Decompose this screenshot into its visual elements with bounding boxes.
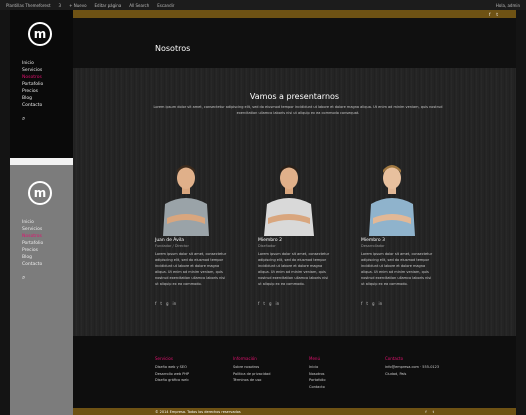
site-logo[interactable]: m [28,22,52,46]
facebook-icon[interactable]: f [361,301,362,306]
team-name: Juan de Ávila [155,238,185,243]
twitter-icon[interactable]: t [263,301,265,306]
team-bio: Lorem ipsum dolor sit amet, consectetur … [258,252,330,286]
team-member: Miembro 2 Diseñador Lorem ipsum dolor si… [258,158,330,306]
team-role: Fundador / Director [155,244,189,248]
linkedin-icon[interactable]: in [276,301,280,306]
team-role: Diseñador [258,244,276,248]
nav-item-precios[interactable]: Precios [22,247,73,254]
footer-column-title: Información [233,356,257,361]
team-social: f t g in [361,301,433,306]
team-social: f t g in [258,301,330,306]
page-title: Nosotros [155,44,191,53]
nav-item-portafolio[interactable]: Portafolio [22,240,73,247]
admin-bar-item[interactable]: Plantillas Themeforest [6,3,51,8]
top-strip: f t [73,10,516,18]
footer-column-title: Servicios [155,356,173,361]
twitter-icon[interactable]: t [496,12,498,17]
admin-bar-item[interactable]: Editar página [95,3,122,8]
facebook-icon[interactable]: f [425,410,426,414]
linkedin-icon[interactable]: in [173,301,177,306]
copyright: © 2014 Empresa. Todos los derechos reser… [155,409,241,414]
nav-item-servicios[interactable]: Servicios [22,226,73,233]
google-icon[interactable]: g [166,301,169,306]
team-member: Juan de Ávila Fundador / Director Lorem … [155,158,227,306]
admin-bar-item[interactable]: 3 [59,3,62,8]
page-header: Nosotros [73,18,516,68]
facebook-icon[interactable]: f [489,12,490,17]
main-nav-alt: Inicio Servicios Nosotros Portafolio Pre… [22,219,73,268]
section-intro: Lorem ipsum dolor sit amet, consectetur … [153,105,443,115]
admin-bar-item[interactable]: All Search [129,3,149,8]
footer-column: Menú Inicio Nosotros Portafolio Contacto [309,356,326,390]
google-icon[interactable]: g [372,301,375,306]
admin-bar: Plantillas Themeforest 3 + Nuevo Editar … [0,0,526,10]
person-image [369,165,415,236]
nav-item-nosotros[interactable]: Nosotros [22,74,73,81]
footer-text: info@empresa.com · 555-0123 [385,365,440,369]
search-icon[interactable]: ⌕ [22,115,73,123]
twitter-icon[interactable]: t [433,410,434,414]
footer-link[interactable]: Portafolio [309,377,326,384]
facebook-icon[interactable]: f [155,301,156,306]
team-member: Miembro 3 Desarrollador Lorem ipsum dolo… [361,158,433,306]
team-bio: Lorem ipsum dolor sit amet, consectetur … [155,252,227,286]
team-bio: Lorem ipsum dolor sit amet, consectetur … [361,252,433,286]
facebook-icon[interactable]: f [258,301,259,306]
nav-item-inicio[interactable]: Inicio [22,60,73,67]
sidebar-divider [10,158,73,165]
nav-item-contacto[interactable]: Contacto [22,102,73,109]
admin-bar-item[interactable]: + Nuevo [69,3,86,8]
team-photo [361,158,423,236]
footer-column-title: Menú [309,356,320,361]
footer-column-title: Contacto [385,356,404,361]
footer-column: Servicios Diseño web y SEO Desarrollo we… [155,356,189,384]
nav-item-blog[interactable]: Blog [22,254,73,261]
footer: Servicios Diseño web y SEO Desarrollo we… [73,336,516,408]
team-social: f t g in [155,301,227,306]
nav-item-nosotros[interactable]: Nosotros [22,233,73,240]
linkedin-icon[interactable]: in [379,301,383,306]
main-nav: Inicio Servicios Nosotros Portafolio Pre… [22,60,73,109]
team-role: Desarrollador [361,244,385,248]
footer-text: Ciudad, País [385,371,407,376]
team-photo [155,158,217,236]
nav-item-inicio[interactable]: Inicio [22,219,73,226]
footer-link[interactable]: Términos de uso [233,377,270,384]
footer-column: Contacto info@empresa.com · 555-0123 Ciu… [385,356,439,377]
nav-item-portafolio[interactable]: Portafolio [22,81,73,88]
twitter-icon[interactable]: t [160,301,162,306]
google-icon[interactable]: g [269,301,272,306]
team-name: Miembro 2 [258,238,282,243]
footer-link[interactable]: Diseño web y SEO [155,364,189,371]
nav-item-precios[interactable]: Precios [22,88,73,95]
content-section: Vamos a presentarnos Lorem ipsum dolor s… [73,68,516,336]
nav-item-blog[interactable]: Blog [22,95,73,102]
person-image [163,165,209,236]
team-name: Miembro 3 [361,238,385,243]
sidebar-dark: m Inicio Servicios Nosotros Portafolio P… [10,10,73,158]
footer-link[interactable]: Contacto [309,384,326,391]
bottom-bar: © 2014 Empresa. Todos los derechos reser… [73,408,516,415]
footer-column: Información Sobre nosotros Política de p… [233,356,270,384]
section-title: Vamos a presentarnos [249,92,340,101]
main-area: f t Nosotros Vamos a presentarnos Lorem … [73,10,516,415]
twitter-icon[interactable]: t [366,301,368,306]
sidebar-gray: m Inicio Servicios Nosotros Portafolio P… [10,165,73,415]
nav-item-servicios[interactable]: Servicios [22,67,73,74]
site-logo[interactable]: m [28,181,52,205]
admin-bar-account[interactable]: Hola, admin [496,3,520,8]
team-photo [258,158,320,236]
footer-link[interactable]: Diseño gráfico web [155,377,189,384]
search-icon[interactable]: ⌕ [22,274,73,282]
nav-item-contacto[interactable]: Contacto [22,261,73,268]
admin-bar-item[interactable]: Escandir [157,3,174,8]
person-image [264,165,314,236]
